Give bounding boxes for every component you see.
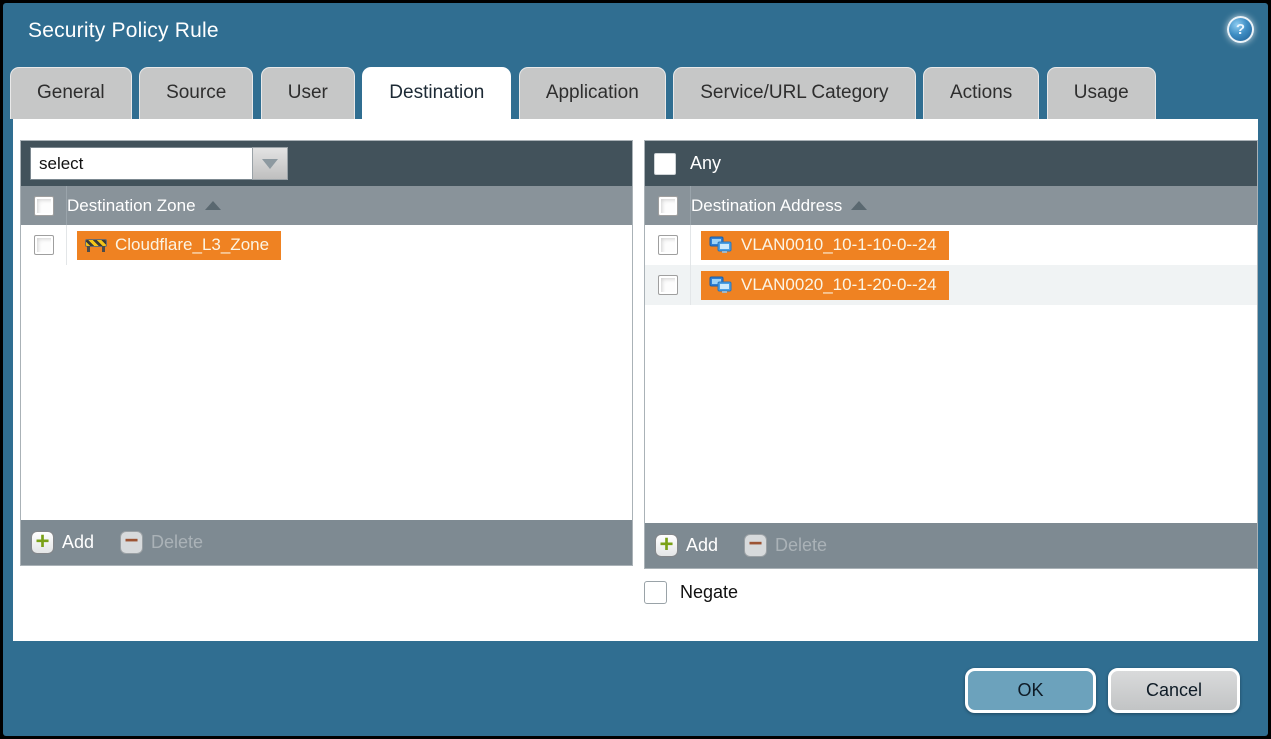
destination-zone-panel: Destination Zone Cloudflare_L3_Zone [20, 140, 633, 566]
address-select-all-checkbox[interactable] [658, 196, 678, 216]
address-list: VLAN0010_10-1-10-0--24 [645, 225, 1257, 523]
tab-content-destination: Destination Zone Cloudflare_L3_Zone [13, 119, 1258, 641]
address-column-title[interactable]: Destination Address [691, 196, 842, 216]
zone-column-title[interactable]: Destination Zone [67, 196, 196, 216]
address-item[interactable]: VLAN0020_10-1-20-0--24 [701, 271, 949, 300]
zone-delete-button[interactable]: − Delete [120, 531, 203, 554]
cancel-button[interactable]: Cancel [1108, 668, 1240, 713]
ok-button[interactable]: OK [965, 668, 1096, 713]
zone-list: Cloudflare_L3_Zone [21, 225, 632, 520]
zone-item[interactable]: Cloudflare_L3_Zone [77, 231, 281, 260]
tab-service-url-category[interactable]: Service/URL Category [673, 67, 915, 119]
delete-icon: − [120, 531, 143, 554]
dialog-title: Security Policy Rule [28, 19, 219, 43]
zone-icon [85, 237, 107, 252]
tab-general[interactable]: General [10, 67, 132, 119]
zone-panel-footer: + Add − Delete [21, 520, 632, 565]
negate-label: Negate [680, 582, 738, 603]
address-item[interactable]: VLAN0010_10-1-10-0--24 [701, 231, 949, 260]
negate-checkbox[interactable] [644, 581, 667, 604]
tab-actions[interactable]: Actions [923, 67, 1039, 119]
screen: Security Policy Rule ? General Source Us… [0, 0, 1271, 739]
tab-bar: General Source User Destination Applicat… [10, 67, 1159, 119]
sort-ascending-icon[interactable] [205, 201, 221, 210]
address-icon [709, 236, 733, 254]
address-row: VLAN0010_10-1-10-0--24 [645, 225, 1257, 265]
zone-item-label: Cloudflare_L3_Zone [115, 235, 269, 255]
sort-ascending-icon[interactable] [851, 201, 867, 210]
address-delete-button[interactable]: − Delete [744, 534, 827, 557]
zone-row-checkbox[interactable] [34, 235, 54, 255]
address-icon [709, 276, 733, 294]
address-panel-footer: + Add − Delete [645, 523, 1257, 568]
address-row-checkbox[interactable] [658, 275, 678, 295]
security-policy-rule-dialog: Security Policy Rule ? General Source Us… [3, 3, 1268, 736]
tab-user[interactable]: User [261, 67, 355, 119]
add-icon: + [31, 531, 54, 554]
address-row-checkbox[interactable] [658, 235, 678, 255]
zone-add-button[interactable]: + Add [31, 531, 94, 554]
tab-destination[interactable]: Destination [362, 67, 511, 119]
tab-usage[interactable]: Usage [1047, 67, 1156, 119]
tab-source[interactable]: Source [139, 67, 253, 119]
address-panel-header: Any [645, 141, 1257, 186]
tab-application[interactable]: Application [519, 67, 666, 119]
add-icon: + [655, 534, 678, 557]
address-item-label: VLAN0020_10-1-20-0--24 [741, 275, 937, 295]
any-checkbox[interactable] [654, 153, 676, 175]
help-icon[interactable]: ? [1227, 16, 1254, 43]
negate-row: Negate [644, 581, 738, 604]
destination-address-panel: Any Destination Address [644, 140, 1258, 569]
zone-row: Cloudflare_L3_Zone [21, 225, 632, 265]
delete-icon: − [744, 534, 767, 557]
chevron-down-icon [262, 159, 278, 169]
any-label: Any [690, 153, 721, 174]
zone-select-all-checkbox[interactable] [34, 196, 54, 216]
zone-panel-header [21, 141, 632, 186]
zone-select-combo [30, 147, 288, 180]
zone-column-header-row: Destination Zone [21, 186, 632, 225]
zone-select-dropdown-button[interactable] [252, 147, 288, 180]
zone-select-input[interactable] [30, 147, 252, 180]
address-row: VLAN0020_10-1-20-0--24 [645, 265, 1257, 305]
address-item-label: VLAN0010_10-1-10-0--24 [741, 235, 937, 255]
address-add-button[interactable]: + Add [655, 534, 718, 557]
address-column-header-row: Destination Address [645, 186, 1257, 225]
